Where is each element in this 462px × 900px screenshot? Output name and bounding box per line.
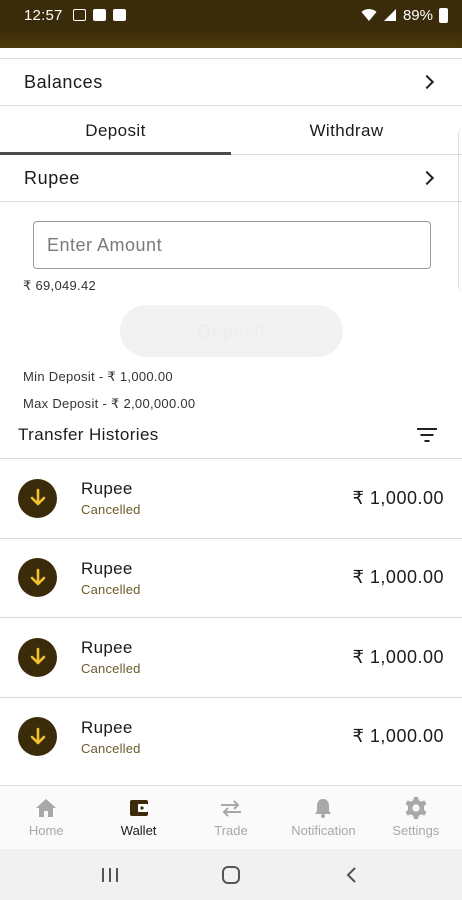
nav-notification-label: Notification [291,823,356,838]
document-icon [92,9,106,21]
tab-deposit[interactable]: Deposit [0,107,231,155]
item-currency: Rupee [81,479,133,499]
list-item[interactable]: Rupee Cancelled ₹ 1,000.00 [0,617,462,697]
bottom-navigation: Home Wallet Trade Notification Settings [0,785,462,849]
nav-wallet[interactable]: Wallet [92,786,184,849]
download-arrow-icon [18,717,57,757]
home-button-icon[interactable] [211,855,251,895]
chevron-right-icon [419,74,435,90]
deposit-withdraw-tabs: Deposit Withdraw [0,107,462,155]
transfer-histories-title: Transfer Histories [18,425,159,444]
trade-icon [218,797,244,819]
home-icon [34,797,58,819]
list-item[interactable]: Rupee Cancelled ₹ 1,000.00 [0,458,462,538]
wallet-icon [128,797,150,819]
item-amount: ₹ 1,000.00 [352,487,444,508]
scroll-edge-indicator [458,130,462,290]
gear-icon [404,797,428,819]
tab-withdraw-label: Withdraw [309,120,384,140]
deposit-button[interactable]: Deposit [120,305,343,357]
item-status: Cancelled [81,581,141,597]
list-item[interactable]: Rupee Cancelled ₹ 1,000.00 [0,537,462,618]
min-deposit-text: Min Deposit - ₹ 1,000.00 [23,369,173,384]
download-arrow-icon [18,637,57,677]
nav-trade-label: Trade [214,823,248,838]
app-header-band [0,30,462,48]
currency-selector[interactable]: Rupee [0,155,462,202]
amount-input[interactable] [33,221,431,269]
status-time: 12:57 [24,6,63,24]
status-bar: 12:57 89% [0,0,462,30]
status-right: 89% [361,7,448,24]
tab-deposit-label: Deposit [85,120,146,140]
item-amount: ₹ 1,000.00 [352,567,444,588]
item-currency: Rupee [81,558,133,578]
item-status: Cancelled [81,740,141,756]
balances-row[interactable]: Balances [0,58,462,106]
transfer-histories-header: Transfer Histories [18,423,442,447]
item-amount: ₹ 1,000.00 [352,646,444,667]
nav-home-label: Home [28,823,64,838]
recent-apps-icon[interactable] [90,855,130,895]
signal-icon [383,9,396,21]
nav-home[interactable]: Home [0,786,92,849]
image-icon [72,9,86,21]
currency-label: Rupee [24,167,81,188]
filter-icon[interactable] [416,427,438,443]
item-status: Cancelled [81,502,141,518]
item-currency: Rupee [81,638,133,658]
nav-notification[interactable]: Notification [277,786,369,849]
chevron-right-icon [419,170,435,186]
max-deposit-text: Max Deposit - ₹ 2,00,000.00 [23,396,196,411]
notification-icons [72,9,126,21]
download-arrow-icon [18,478,57,518]
item-currency: Rupee [81,717,133,737]
nav-trade[interactable]: Trade [185,786,277,849]
nav-settings-label: Settings [392,823,440,838]
item-status: Cancelled [81,661,141,677]
battery-percent: 89% [402,6,433,24]
back-icon[interactable] [332,855,372,895]
list-item[interactable]: Rupee Cancelled ₹ 1,000.00 [0,696,462,777]
download-arrow-icon [18,558,57,598]
item-amount: ₹ 1,000.00 [352,726,444,747]
app-notification-icon [112,9,126,21]
available-balance: ₹ 69,049.42 [23,278,97,293]
wifi-icon [361,9,377,21]
nav-settings[interactable]: Settings [370,786,462,849]
battery-icon [439,7,448,23]
nav-wallet-label: Wallet [120,823,157,838]
tab-withdraw[interactable]: Withdraw [231,107,462,154]
balances-label: Balances [24,71,103,92]
system-navigation-bar [0,849,462,900]
bell-icon [312,797,334,819]
transfer-history-list: Rupee Cancelled ₹ 1,000.00 Rupee Cancell… [0,458,462,776]
